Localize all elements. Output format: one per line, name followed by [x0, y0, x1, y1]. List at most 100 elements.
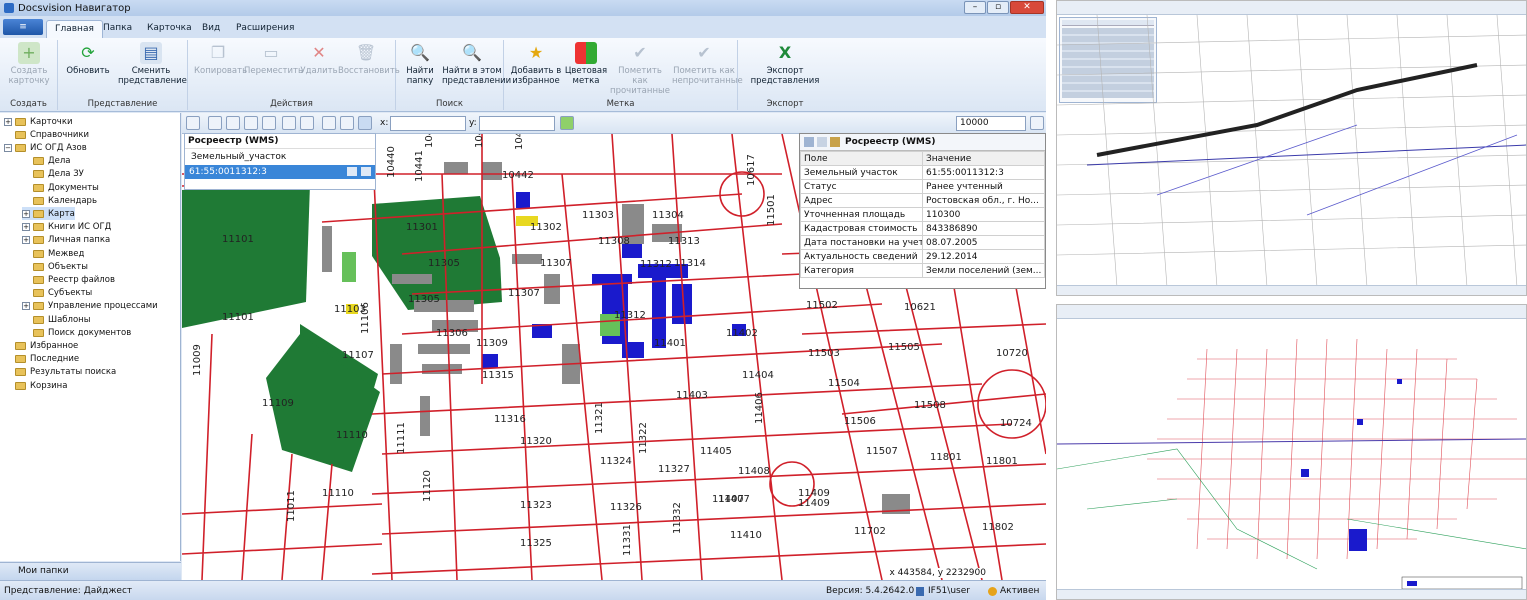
tree-item[interactable]: + Личная папка [22, 234, 110, 247]
tree-item-label: Результаты поиска [30, 367, 117, 378]
scale-select[interactable]: 10000 [956, 116, 1026, 131]
parcel-number-label: 11325 [520, 538, 552, 549]
parcel-number-label: 10437 [424, 134, 435, 148]
move-button[interactable]: ▭ Переместить [244, 42, 303, 77]
tree-item[interactable]: Реестр файлов [22, 273, 115, 286]
parcel-number-label: 11323 [520, 500, 552, 511]
create-card-button[interactable]: + Создать карточку [6, 42, 52, 86]
edit-icon[interactable] [817, 137, 827, 147]
measure-icon[interactable] [300, 116, 314, 130]
field-value: 61:55:0011312:3 [922, 165, 1045, 180]
tree-item[interactable]: Дела ЗУ [22, 168, 84, 181]
history-icon[interactable] [226, 116, 240, 130]
tree-item[interactable]: Результаты поиска [4, 366, 116, 379]
parcel-number-label: 11332 [672, 502, 683, 534]
tab-extensions[interactable]: Расширения [228, 20, 302, 38]
close-button[interactable]: ✕ [1010, 1, 1044, 14]
parcel-number-label: 10439 [514, 134, 525, 150]
help-icon[interactable] [208, 116, 222, 130]
print-icon[interactable] [262, 116, 276, 130]
tree-item[interactable]: Объекты [22, 260, 88, 273]
maximize-button[interactable]: ▫ [987, 1, 1009, 14]
map-view[interactable]: x: y: 10000 10439 10440 10441 10442 1061… [182, 113, 1046, 580]
change-view-button[interactable]: ▤ Сменить представление [118, 42, 187, 86]
selected-parcel-row[interactable]: 61:55:0011312:3 [185, 165, 375, 179]
export-view-button[interactable]: X Экспорт представления [748, 42, 822, 87]
tree-item[interactable]: Субъекты [22, 287, 92, 300]
tree-item[interactable]: Корзина [4, 379, 67, 392]
tree-item[interactable]: Справочники [4, 128, 89, 141]
zoom-window-icon[interactable] [322, 116, 336, 130]
parcel-number-label: 11501 [766, 194, 777, 226]
tree-item-label: Поиск документов [48, 327, 132, 338]
app-menu-button[interactable]: ≡ [3, 19, 43, 35]
expand-toggle-icon[interactable]: + [22, 223, 30, 232]
parcel-number-label: 11305 [408, 294, 440, 305]
mark-unread-button[interactable]: ✔ Пометить как непрочитанные [672, 42, 743, 87]
table-row: Кадастровая стоимость 843386890 [800, 221, 1045, 236]
tree-item[interactable]: Документы [22, 181, 99, 194]
tree-item[interactable]: + Карточки [4, 115, 72, 128]
home-icon[interactable] [186, 116, 200, 130]
mark-read-button[interactable]: ✔ Пометить как прочитанные [610, 42, 670, 97]
tree-item[interactable]: Избранное [4, 339, 78, 352]
color-mark-icon [575, 42, 597, 64]
map-icon[interactable] [244, 116, 258, 130]
y-coordinate-input[interactable] [479, 116, 555, 131]
tree-item[interactable]: + Карта [22, 207, 75, 221]
parcel-number-label: 11408 [738, 466, 770, 477]
expand-toggle-icon[interactable]: + [22, 209, 30, 218]
parcel-number-label: 11106 [360, 302, 371, 334]
zoom-to-icon[interactable] [347, 167, 357, 176]
minimize-button[interactable]: – [964, 1, 986, 14]
tree-item[interactable]: Межвед [22, 247, 84, 260]
recent-icon [15, 355, 26, 364]
delete-button[interactable]: ✕ Удалить [300, 42, 338, 77]
find-folder-button[interactable]: 🔍 Найти папку [400, 42, 440, 87]
tree-item[interactable]: + Управление процессами [22, 300, 158, 313]
folder-icon [33, 302, 44, 311]
tree-item[interactable]: − ИС ОГД Азов [4, 141, 87, 154]
tree-item[interactable]: Шаблоны [22, 313, 90, 326]
parcel-number-label: 11312 [614, 310, 646, 321]
search-icon[interactable] [804, 137, 814, 147]
folder-icon [33, 209, 44, 218]
tree-item[interactable]: Дела [22, 155, 71, 168]
tree-item[interactable]: Последние [4, 353, 79, 366]
go-arrow-icon[interactable] [560, 116, 574, 130]
expand-toggle-icon[interactable]: − [4, 143, 12, 152]
field-name: Актуальность сведений [800, 249, 923, 264]
tab-folder[interactable]: Папка [95, 20, 140, 38]
details-icon[interactable] [361, 167, 371, 176]
x-coordinate-input[interactable] [390, 116, 466, 131]
restore-button[interactable]: 🗑 Восстановить [338, 42, 400, 77]
mark-read-icon: ✔ [633, 43, 647, 62]
expand-toggle-icon[interactable]: + [22, 236, 30, 245]
expand-toggle-icon[interactable]: + [4, 117, 12, 126]
tree-item[interactable]: Календарь [22, 194, 97, 207]
add-favorites-button[interactable]: ★ Добавить в избранное [510, 42, 562, 87]
tab-card[interactable]: Карточка [139, 20, 200, 38]
copy-button[interactable]: ❐ Копировать [194, 42, 247, 77]
tree-item[interactable]: + Книги ИС ОГД [22, 221, 111, 234]
clear-selection-icon[interactable] [282, 116, 296, 130]
parcel-number-label: 11331 [622, 524, 633, 556]
parcel-number-label: 10724 [1000, 418, 1032, 429]
find-in-view-button[interactable]: 🔍 Найти в этом представлении [442, 42, 511, 87]
delete-icon: ✕ [312, 43, 326, 62]
refresh-button[interactable]: ⟳ Обновить [64, 42, 112, 77]
tab-view[interactable]: Вид [194, 20, 228, 38]
lock-icon[interactable] [1030, 116, 1044, 130]
status-state: Активен [1000, 586, 1040, 596]
directory-icon [15, 130, 26, 139]
identify-icon[interactable] [358, 116, 372, 130]
color-mark-button[interactable]: Цветовая метка [564, 42, 608, 86]
layers-icon[interactable] [340, 116, 354, 130]
status-version: Версия: 5.4.2642.0 [826, 586, 915, 596]
info-panel: Росреестр (WMS) Поле Значение Земельный уч… [799, 133, 1046, 289]
my-folders-button[interactable]: Мои папки [0, 562, 181, 580]
expand-toggle-icon[interactable]: + [22, 302, 30, 311]
parcel-number-label: 11110 [322, 488, 354, 499]
tree-item[interactable]: Поиск документов [22, 326, 131, 339]
parcel-number-label: 11409 [798, 498, 830, 509]
